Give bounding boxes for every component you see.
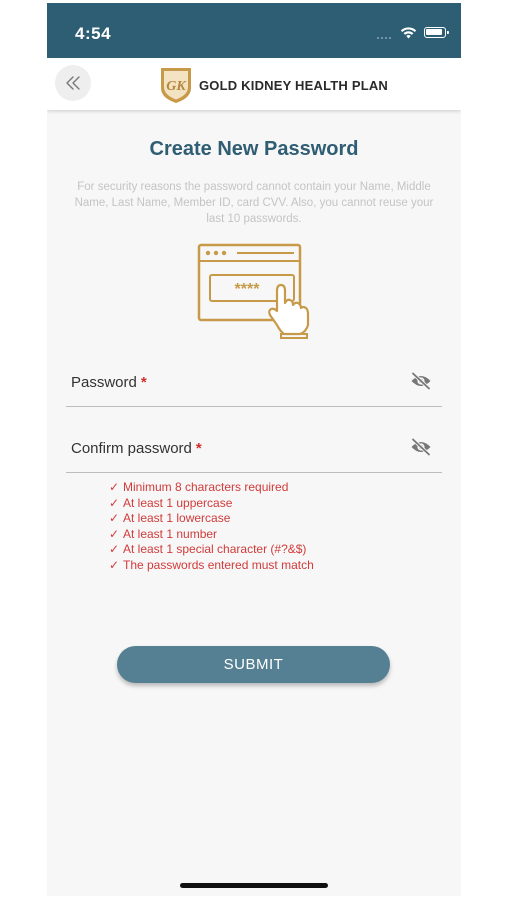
- eye-off-icon[interactable]: [410, 438, 432, 456]
- password-entry-illustration: ****: [197, 243, 310, 339]
- brand-logo: GK GOLD KIDNEY HEALTH PLAN: [159, 65, 388, 105]
- cellular-signal-icon: [377, 35, 395, 39]
- svg-text:****: ****: [235, 281, 261, 298]
- password-field[interactable]: Password *: [66, 360, 442, 407]
- check-icon: ✓: [109, 480, 120, 494]
- requirement-item: ✓ Minimum 8 characters required: [109, 480, 289, 494]
- status-bar: 4:54: [47, 3, 461, 58]
- brand-name: GOLD KIDNEY HEALTH PLAN: [199, 77, 389, 93]
- page-title: Create New Password: [149, 138, 359, 160]
- double-chevron-left-icon: [66, 76, 80, 90]
- app-header: GK GOLD KIDNEY HEALTH PLAN: [47, 58, 461, 110]
- required-asterisk: *: [195, 440, 202, 457]
- battery-icon: [424, 27, 449, 38]
- eye-off-icon[interactable]: [410, 372, 432, 390]
- requirement-item: ✓ At least 1 lowercase: [109, 511, 231, 526]
- phone-screen: 4:54 GK GOLD KIDNEY HEALTH PLAN Create N…: [47, 3, 461, 896]
- password-requirements: ✓ Minimum 8 characters required ✓ At least…: [109, 480, 314, 574]
- security-notice: For security reasons the password cannot…: [74, 181, 434, 225]
- back-button[interactable]: [55, 65, 91, 101]
- check-icon: ✓: [109, 495, 120, 510]
- required-asterisk: *: [140, 374, 147, 391]
- wifi-icon: [400, 27, 417, 39]
- requirement-item: ✓ The passwords entered must match: [109, 557, 314, 572]
- confirm-password-field[interactable]: Confirm password *: [66, 426, 442, 473]
- requirement-item: ✓ At least 1 uppercase: [109, 495, 233, 510]
- submit-button[interactable]: SUBMIT: [117, 646, 390, 683]
- requirement-item: ✓ At least 1 number: [109, 526, 218, 541]
- check-icon: ✓: [109, 526, 120, 541]
- requirement-item: ✓ At least 1 special character (#?&$): [109, 542, 307, 557]
- gk-shield-logo-icon: GK: [161, 68, 191, 103]
- home-indicator: [180, 883, 328, 888]
- password-label: Password *: [71, 374, 147, 391]
- confirm-password-label: Confirm password *: [71, 440, 202, 457]
- check-icon: ✓: [109, 511, 120, 526]
- status-time: 4:54: [75, 24, 112, 43]
- svg-text:GK: GK: [166, 79, 187, 94]
- check-icon: ✓: [109, 542, 120, 557]
- check-icon: ✓: [109, 557, 120, 572]
